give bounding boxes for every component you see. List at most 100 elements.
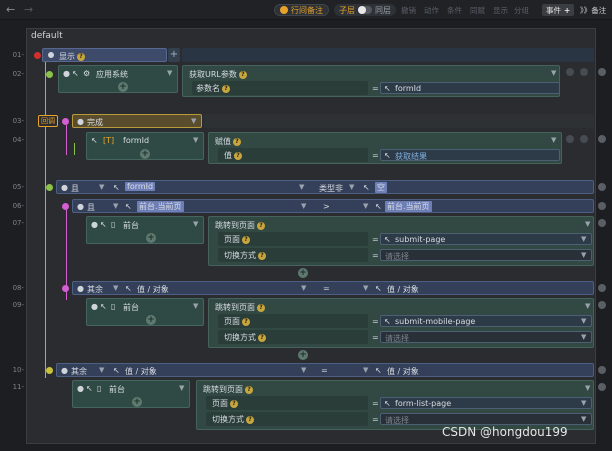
arrow-right-icon[interactable]: → [24,3,33,16]
collapse-dot-icon: ● [77,202,84,211]
help-icon[interactable]: ? [238,70,247,79]
row-add-icon[interactable] [598,68,606,76]
line-number: 03- [12,117,24,125]
page-select[interactable]: ↖ form-list-page ▼ [380,397,592,409]
help-icon[interactable]: ? [257,221,265,230]
help-icon[interactable]: ? [257,303,265,312]
page-select[interactable]: ↖ submit-page ▼ [380,233,592,245]
row-option-icon[interactable] [580,135,588,143]
row-add-icon[interactable] [598,135,606,143]
collapse-dot-icon: ● [77,284,84,293]
add-subitem-button[interactable]: + [140,149,150,159]
chevron-down-icon: ▼ [113,284,119,292]
row-add-icon[interactable] [598,202,606,210]
event-button[interactable]: 事件 + [542,4,575,16]
switch-select[interactable]: 请选择 ▼ [380,413,592,425]
and-subcondition-row[interactable]: ● 且 ▼ ↖ 前台.当前页 ▼ > ▼ ↖ 前台.当前页 [72,199,594,213]
toolbar-display[interactable]: 显示 [493,5,508,16]
condition-dot-icon[interactable] [46,184,53,191]
add-button[interactable]: + [168,48,180,62]
add-subitem-button[interactable]: + [146,315,156,325]
line-note-toggle[interactable]: 行间备注 [274,4,329,16]
help-icon[interactable]: ? [258,333,266,342]
else-condition-row[interactable]: ● 其余 ▼ ↖ 值 / 对象 ▼ = ▼ ↖ 值 / 对象 [72,281,594,295]
row-add-icon[interactable] [598,366,606,374]
page-select[interactable]: ↖ submit-mobile-page ▼ [380,315,592,327]
line-number: 01- [12,51,24,59]
chevron-down-icon: ▼ [581,251,587,259]
left-value: 前台.当前页 [137,201,184,212]
note-label: 备注 [591,6,607,15]
row-option-icon[interactable] [566,135,574,143]
equals-sign: = [372,235,379,244]
add-subitem-button[interactable]: + [298,268,308,278]
cursor-icon: ↖ [100,220,107,229]
row-option-icon[interactable] [566,68,574,76]
help-icon[interactable]: ? [242,235,250,244]
help-icon[interactable]: ? [258,251,266,260]
line-number: 05- [12,183,24,191]
page-text: 页面 [224,235,240,244]
toolbar-action[interactable]: 动作 [424,5,439,16]
action-text: 跳转到页面 [215,221,255,230]
param-value-select[interactable]: ↖ formId [380,82,560,94]
chevron-down-icon: ▼ [581,317,587,325]
row-add-icon[interactable] [598,219,606,227]
help-icon[interactable]: ? [245,385,253,394]
toolbar-condition[interactable]: 条件 [447,5,462,16]
event-label: 事件 [546,5,561,15]
switch-label: 切换方式? [224,250,266,261]
note-button[interactable]: 》》备注 [580,5,606,16]
add-subitem-button[interactable]: + [118,82,128,92]
row-add-icon[interactable] [598,284,606,292]
collapse-dot-icon: ● [63,69,70,78]
arrow-left-icon[interactable]: ← [6,3,15,16]
row-option-icon[interactable] [580,68,588,76]
breakpoint-icon[interactable] [34,52,41,59]
frontend-block[interactable]: ● ↖ ▯ 前台 ▼ [72,380,190,408]
help-icon[interactable]: ? [230,399,238,408]
toggle-on-icon [280,6,288,14]
help-icon[interactable]: ? [222,84,230,93]
loop-dot-icon[interactable] [62,203,69,210]
and-condition-row[interactable]: ● 且 ▼ ↖ formId ▼ 类型非 ▼ ↖ 空 [56,180,594,194]
add-subitem-button[interactable]: + [132,397,142,407]
collapse-dot-icon[interactable] [48,52,54,58]
show-block[interactable]: 显示? [42,48,167,62]
loop-dot-icon[interactable] [62,118,69,125]
frontend-block[interactable]: ● ↖ ▯ 前台 ▼ [86,216,204,244]
toolbar-assign[interactable]: 同赋 [470,5,485,16]
toolbar-undo[interactable]: 撤销 [401,5,416,16]
owner-label: 前台 [123,221,139,230]
add-subitem-button[interactable]: + [298,350,308,360]
loop-dot-icon[interactable] [62,285,69,292]
help-icon[interactable]: ? [246,415,254,424]
toolbar-group[interactable]: 分组 [514,5,529,16]
cursor-icon: ↖ [91,136,98,145]
help-icon[interactable]: ? [234,151,242,160]
equals-sign: = [372,317,379,326]
page-label: 页面? [224,234,250,245]
condition-dot-icon[interactable] [46,71,53,78]
help-icon[interactable]: ? [242,317,250,326]
condition-dot-icon[interactable] [46,367,53,374]
layer-toggle[interactable]: 子层 同层 [334,4,396,16]
frontend-block[interactable]: ● ↖ ▯ 前台 ▼ [86,298,204,326]
toggle-knob-icon [358,6,372,14]
row-add-icon[interactable] [598,301,606,309]
help-icon[interactable]: ? [233,137,241,146]
row-add-icon[interactable] [598,383,606,391]
switch-select[interactable]: 请选择 ▼ [380,331,592,343]
switch-select[interactable]: 请选择 ▼ [380,249,592,261]
complete-block[interactable]: ● 完成 ▼ [72,114,202,128]
chevron-down-icon: ▼ [193,220,199,228]
add-subitem-button[interactable]: + [146,233,156,243]
else-condition-row[interactable]: ● 其余 ▼ ↖ 值 / 对象 ▼ = ▼ ↖ 值 / 对象 [56,363,594,377]
line-number: 02- [12,70,24,78]
assign-value-select[interactable]: ↖ 获取结果 [380,149,560,161]
compare-value: 空 [375,182,387,193]
page-value: form-list-page [395,399,452,408]
else-label: 其余 [87,285,103,294]
help-icon[interactable]: ? [77,52,85,61]
row-add-icon[interactable] [598,183,606,191]
